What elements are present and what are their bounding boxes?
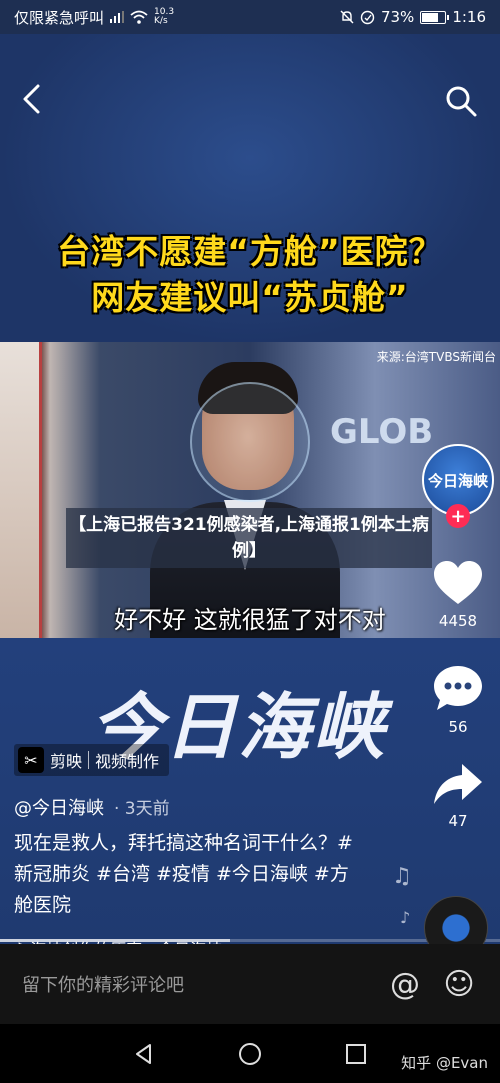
search-button[interactable]	[444, 84, 478, 118]
clock: 1:16	[452, 8, 486, 26]
video-player[interactable]: 台湾不愿建“方舱”医院？ 网友建议叫“苏贞舱” GLOB 来源:台湾TVBS新闻…	[0, 34, 500, 944]
zhihu-watermark: 知乎 @Evan	[401, 1054, 488, 1072]
status-right: 73% 1:16	[340, 8, 486, 26]
studio-screen	[0, 342, 42, 638]
source-watermark: 来源:台湾TVBS新闻台	[376, 350, 496, 364]
back-button[interactable]	[18, 82, 48, 116]
emoji-icon[interactable]: ☺	[440, 965, 478, 1003]
like-button[interactable]: 4458	[420, 560, 496, 630]
follow-button[interactable]: +	[446, 504, 470, 528]
signal-icon	[110, 11, 125, 23]
net-speed: 10.3 K/s	[154, 8, 174, 26]
circle-home-icon	[239, 1043, 261, 1065]
capcut-logo-icon: ✂	[18, 747, 44, 773]
headline-line-2: 网友建议叫“苏贞舱”	[91, 278, 409, 317]
video-progress[interactable]	[0, 939, 500, 942]
share-count: 47	[448, 812, 468, 830]
author-line: @今日海峡 · 3天前	[14, 794, 170, 820]
author-avatar-wrap[interactable]: 今日海峡 +	[420, 442, 496, 538]
nav-home-button[interactable]	[238, 1042, 262, 1066]
nav-recents-button[interactable]	[344, 1042, 368, 1066]
comment-button[interactable]: 56	[420, 664, 496, 736]
like-count: 4458	[438, 612, 478, 630]
post-time: · 3天前	[114, 799, 170, 819]
search-icon	[446, 86, 477, 117]
anchor-faceshield	[190, 382, 310, 502]
author-name[interactable]: @今日海峡	[14, 794, 104, 820]
nav-back-button[interactable]	[132, 1042, 156, 1066]
data-saver-icon	[360, 10, 375, 25]
square-recents-icon	[346, 1044, 366, 1064]
video-progress-fill	[0, 939, 230, 942]
battery-fill	[422, 12, 438, 22]
status-bar: 仅限紧急呼叫 10.3 K/s 73% 1:16	[0, 0, 500, 34]
headline-line-1: 台湾不愿建“方舱”医院？	[57, 232, 443, 271]
comment-count: 56	[448, 718, 468, 736]
music-note-float-small-icon: ♪	[400, 908, 411, 927]
share-arrow-icon	[434, 764, 482, 804]
wifi-icon	[130, 10, 148, 24]
news-overlay: 【上海已报告321例感染者,上海通报1例本土病例】	[66, 508, 432, 568]
comment-bar: 留下你的精彩评论吧 @ ☺	[0, 944, 500, 1024]
battery-percent: 73%	[380, 8, 415, 26]
capcut-tag[interactable]: ✂ 剪映 视频制作	[14, 744, 170, 776]
news-anchor	[150, 362, 340, 638]
triangle-back-icon	[136, 1044, 151, 1064]
mute-icon	[340, 10, 354, 24]
share-button[interactable]: 47	[420, 762, 496, 830]
status-left: 仅限紧急呼叫 10.3 K/s	[14, 7, 174, 28]
back-arrow-icon	[23, 84, 40, 114]
heart-icon	[434, 561, 482, 604]
mention-icon[interactable]: @	[386, 965, 424, 1003]
capcut-name: 剪映	[50, 752, 83, 771]
battery-icon	[420, 10, 450, 24]
studio-backdrop-text: GLOB	[330, 412, 434, 452]
comment-input[interactable]: 留下你的精彩评论吧	[22, 971, 370, 997]
video-headline: 台湾不愿建“方舱”医院？ 网友建议叫“苏贞舱”	[0, 229, 500, 339]
capcut-tag-label: 视频制作	[95, 752, 160, 771]
comment-bubble-icon	[434, 666, 482, 710]
capcut-divider	[88, 751, 90, 769]
post-caption[interactable]: 现在是救人，拜托搞这种名词干什么？#新冠肺炎 #台湾 #疫情 #今日海峡 #方舱…	[14, 828, 364, 921]
carrier-text: 仅限紧急呼叫	[14, 8, 105, 27]
music-note-float-icon: ♫	[392, 864, 412, 889]
net-speed-unit: K/s	[154, 16, 168, 26]
